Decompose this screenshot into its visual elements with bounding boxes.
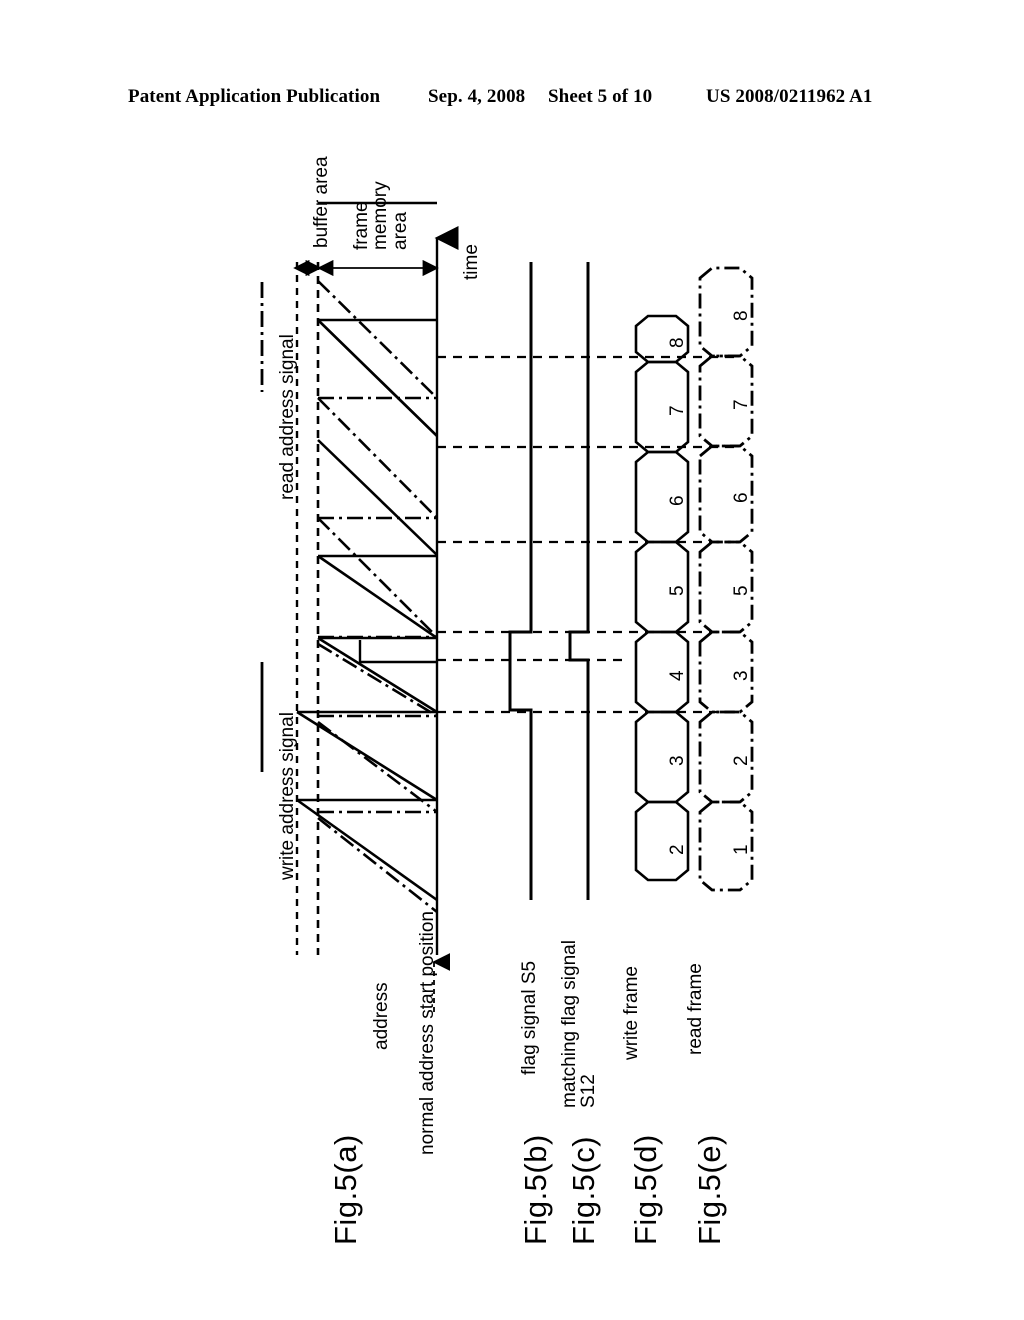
- read-frame-box-1: 1: [731, 844, 752, 855]
- label-frame-memory-line2: memory: [370, 181, 392, 250]
- read-frame-chain: [698, 266, 754, 892]
- label-normal-address-start-position: normal address start position: [417, 911, 438, 1155]
- label-write-frame: write frame: [621, 966, 642, 1060]
- label-address: address: [371, 982, 392, 1050]
- label-matching-flag-signal: matching flag signal S12: [559, 940, 600, 1108]
- address-match-step: [358, 640, 437, 664]
- legend-label-write-address-signal: write address signal: [277, 712, 298, 880]
- read-frame-box-7: 7: [731, 399, 752, 410]
- read-frame-box-2: 2: [731, 755, 752, 766]
- label-flag-signal-s5: flag signal S5: [519, 960, 540, 1075]
- label-frame-memory-line3: area: [389, 211, 411, 250]
- caption-fig-5e: Fig.5(e): [692, 1134, 727, 1245]
- label-buffer-area: buffer area: [311, 156, 332, 248]
- legend-label-read-address-signal: read address signal: [277, 334, 298, 500]
- label-matching-flag-line1: matching flag signal: [559, 940, 580, 1108]
- label-time-axis: time: [461, 244, 482, 280]
- read-frame-box-8: 8: [731, 310, 752, 321]
- label-frame-memory-line1: frame: [351, 201, 372, 250]
- write-frame-chain: [634, 314, 690, 882]
- write-frame-box-8: 8: [667, 337, 688, 348]
- figure-5-drawing: [0, 0, 1024, 1320]
- patent-sheet: Patent Application Publication Sep. 4, 2…: [0, 0, 1024, 1320]
- write-frame-box-2: 2: [667, 844, 688, 855]
- caption-fig-5b: Fig.5(b): [518, 1134, 553, 1245]
- write-frame-box-5: 5: [667, 585, 688, 596]
- read-frame-box-3: 3: [731, 670, 752, 681]
- caption-fig-5c: Fig.5(c): [566, 1135, 601, 1245]
- write-frame-box-7: 7: [667, 405, 688, 416]
- write-frame-box-3: 3: [667, 755, 688, 766]
- write-frame-box-4: 4: [667, 670, 688, 681]
- write-frame-box-6: 6: [667, 495, 688, 506]
- caption-fig-5a: Fig.5(a): [328, 1134, 363, 1245]
- caption-fig-5d: Fig.5(d): [628, 1134, 663, 1245]
- label-matching-flag-line2: S12: [578, 1074, 600, 1108]
- read-frame-box-6: 6: [731, 492, 752, 503]
- label-frame-memory-area: frame memory area: [351, 181, 411, 250]
- label-normal-address-line1: normal address start position: [417, 911, 438, 1155]
- read-frame-box-5: 5: [731, 585, 752, 596]
- label-read-frame: read frame: [685, 963, 706, 1055]
